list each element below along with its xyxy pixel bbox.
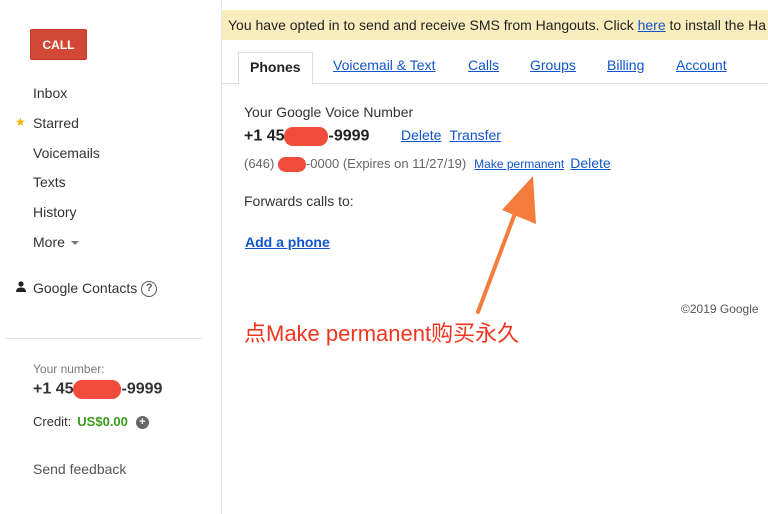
settings-tabs: Phones Voicemail & Text Calls Groups Bil…	[222, 40, 768, 85]
person-icon	[16, 281, 26, 292]
redaction-mark	[284, 127, 329, 146]
redaction-mark	[277, 157, 306, 173]
add-credit-icon[interactable]: +	[135, 416, 149, 430]
left-sidebar: CALL Inbox ★ Starred Voicemails Texts Hi…	[0, 0, 222, 514]
redaction-mark	[73, 380, 122, 399]
tab-account[interactable]: Account	[676, 57, 727, 73]
temp-number-prefix: (646)	[244, 156, 278, 171]
copyright: ©2019 Google	[681, 302, 759, 316]
tab-calls[interactable]: Calls	[468, 57, 499, 73]
credit-label: Credit:	[33, 414, 72, 429]
tab-voicemail-text[interactable]: Voicemail & Text	[333, 57, 435, 73]
sidebar-item-voicemails[interactable]: Voicemails	[33, 145, 100, 161]
credit-amount: US$0.00	[77, 414, 128, 429]
add-phone-link[interactable]: Add a phone	[245, 234, 330, 250]
banner-here-link[interactable]: here	[638, 17, 666, 33]
sidebar-item-more[interactable]: More	[33, 234, 79, 250]
google-contacts-label: Google Contacts	[33, 280, 138, 296]
caret-down-icon	[70, 241, 79, 246]
sms-banner: You have opted in to send and receive SM…	[222, 10, 768, 40]
your-number: +1 45 -9999	[33, 380, 162, 399]
banner-text-before: You have opted in to send and receive SM…	[228, 17, 638, 33]
delete-number-link[interactable]: Delete	[401, 127, 441, 143]
gv-number-label: Your Google Voice Number	[244, 104, 414, 120]
arrow-shaft	[476, 198, 522, 314]
star-icon: ★	[15, 115, 26, 129]
arrow-head	[502, 176, 536, 224]
sidebar-item-history[interactable]: History	[33, 204, 77, 220]
sidebar-item-starred[interactable]: Starred	[33, 115, 79, 131]
banner-text-after: to install the Ha	[665, 17, 767, 33]
help-icon[interactable]: ?	[141, 281, 158, 298]
annotation-text: 点Make permanent购买永久	[244, 321, 520, 346]
sidebar-item-texts[interactable]: Texts	[33, 174, 66, 190]
sidebar-item-more-label: More	[33, 234, 65, 250]
gv-number-prefix: +1 45	[244, 127, 285, 145]
temp-number-suffix: -0000 (Expires on 11/27/19)	[305, 156, 467, 171]
forwards-calls-label: Forwards calls to:	[244, 193, 354, 209]
delete-temp-number-link[interactable]: Delete	[570, 155, 610, 171]
sidebar-divider	[5, 338, 202, 339]
temporary-number-row: (646) -0000 (Expires on 11/27/19) Make pe…	[244, 155, 611, 173]
transfer-number-link[interactable]: Transfer	[449, 127, 501, 143]
call-button[interactable]: CALL	[30, 29, 87, 60]
sidebar-item-inbox[interactable]: Inbox	[33, 85, 67, 101]
credit: Credit: US$0.00 +	[33, 414, 149, 430]
your-number-suffix: -9999	[121, 380, 163, 398]
send-feedback-link[interactable]: Send feedback	[33, 461, 126, 477]
tab-phones[interactable]: Phones	[238, 52, 313, 85]
make-permanent-link[interactable]: Make permanent	[474, 157, 564, 171]
gv-number-actions: Delete Transfer	[401, 127, 501, 143]
tab-groups[interactable]: Groups	[530, 57, 576, 73]
gv-number: +1 45 -9999	[244, 127, 369, 146]
your-number-label: Your number:	[33, 362, 105, 376]
your-number-prefix: +1 45	[33, 380, 74, 398]
tab-billing[interactable]: Billing	[607, 57, 644, 73]
google-contacts-link[interactable]: Google Contacts?	[33, 280, 158, 298]
gv-number-suffix: -9999	[328, 127, 370, 145]
